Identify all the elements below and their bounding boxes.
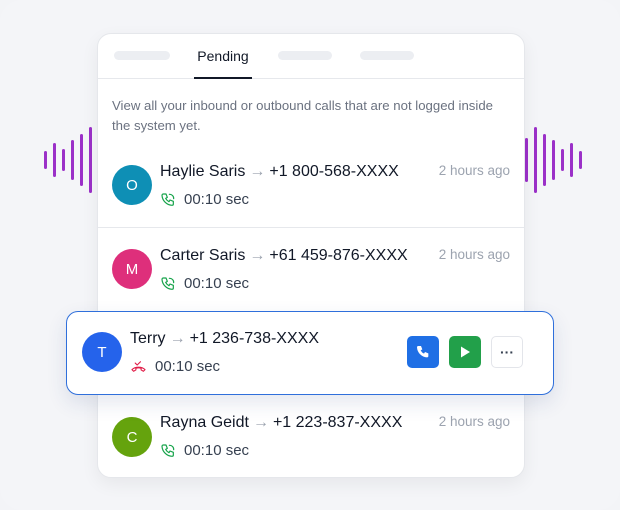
call-duration: 00:10 sec — [184, 191, 250, 208]
call-row[interactable]: C Rayna Geidt → +1 223-837-XXXX 00:10 sec … — [98, 395, 524, 477]
avatar: M — [112, 249, 152, 289]
call-time: 2 hours ago — [438, 163, 510, 178]
phone-icon — [417, 346, 429, 358]
contact-name: Haylie Saris — [160, 163, 246, 180]
wave-bar — [80, 134, 83, 186]
arrow-right-icon: → — [249, 163, 266, 180]
call-title: Terry → +1 236-738-XXXX — [130, 330, 319, 348]
contact-name: Rayna Geidt — [160, 414, 249, 431]
call-duration: 00:10 sec — [184, 275, 250, 292]
avatar: O — [112, 165, 152, 205]
call-row[interactable]: O Haylie Saris → +1 800-568-XXXX 00:10 sec… — [98, 143, 524, 228]
call-row-selected[interactable]: T Terry → +1 236-738-XXXX 00:10 sec ··· — [66, 311, 554, 395]
call-title: Carter Saris → +61 459-876-XXXX — [160, 247, 408, 265]
tab-placeholder[interactable] — [114, 51, 170, 60]
wave-bar — [552, 140, 555, 180]
wave-bar — [44, 151, 47, 169]
tab-pending[interactable]: Pending — [194, 34, 252, 79]
tab-placeholder[interactable] — [278, 51, 332, 60]
call-button[interactable] — [407, 336, 439, 368]
phone-call-icon — [161, 192, 175, 206]
call-title: Haylie Saris → +1 800-568-XXXX — [160, 163, 399, 181]
contact-name: Carter Saris — [160, 247, 246, 264]
wave-bar — [534, 127, 537, 193]
wave-bar — [525, 138, 528, 182]
call-row[interactable]: M Carter Saris → +61 459-876-XXXX 00:10 se… — [98, 227, 524, 312]
play-icon — [461, 346, 470, 358]
call-title: Rayna Geidt → +1 223-837-XXXX — [160, 414, 402, 432]
call-time: 2 hours ago — [438, 247, 510, 262]
call-duration-line: 00:10 sec — [130, 358, 220, 375]
wave-bar — [543, 134, 546, 186]
arrow-right-icon: → — [249, 247, 266, 264]
phone-number: +1 800-568-XXXX — [269, 163, 399, 180]
phone-number: +61 459-876-XXXX — [269, 247, 408, 264]
call-time: 2 hours ago — [438, 414, 510, 429]
tab-placeholder[interactable] — [360, 51, 414, 60]
phone-number: +1 223-837-XXXX — [272, 414, 403, 431]
sound-wave-left — [44, 127, 101, 193]
arrow-right-icon: → — [252, 414, 269, 431]
more-icon: ··· — [500, 344, 514, 360]
contact-name: Terry — [130, 330, 166, 347]
wave-bar — [561, 149, 564, 171]
avatar: T — [82, 332, 122, 372]
tab-bar: Pending — [98, 34, 524, 79]
call-duration-line: 00:10 sec — [160, 275, 249, 292]
wave-bar — [579, 151, 582, 169]
wave-bar — [62, 149, 65, 171]
call-duration: 00:10 sec — [184, 442, 250, 459]
call-duration-line: 00:10 sec — [160, 191, 249, 208]
wave-bar — [53, 143, 56, 177]
missed-call-icon — [131, 360, 146, 372]
description-text: View all your inbound or outbound calls … — [112, 98, 493, 133]
wave-bar — [71, 140, 74, 180]
wave-bar — [89, 127, 92, 193]
phone-number: +1 236-738-XXXX — [189, 330, 319, 347]
pending-calls-card: Pending View all your inbound or outboun… — [97, 33, 525, 478]
arrow-right-icon: → — [169, 330, 186, 347]
avatar: C — [112, 417, 152, 457]
phone-call-icon — [161, 276, 175, 290]
phone-call-icon — [161, 443, 175, 457]
call-duration-line: 00:10 sec — [160, 442, 249, 459]
play-recording-button[interactable] — [449, 336, 481, 368]
call-duration: 00:10 sec — [155, 358, 221, 375]
more-options-button[interactable]: ··· — [491, 336, 523, 368]
wave-bar — [570, 143, 573, 177]
sound-wave-right — [525, 127, 582, 193]
